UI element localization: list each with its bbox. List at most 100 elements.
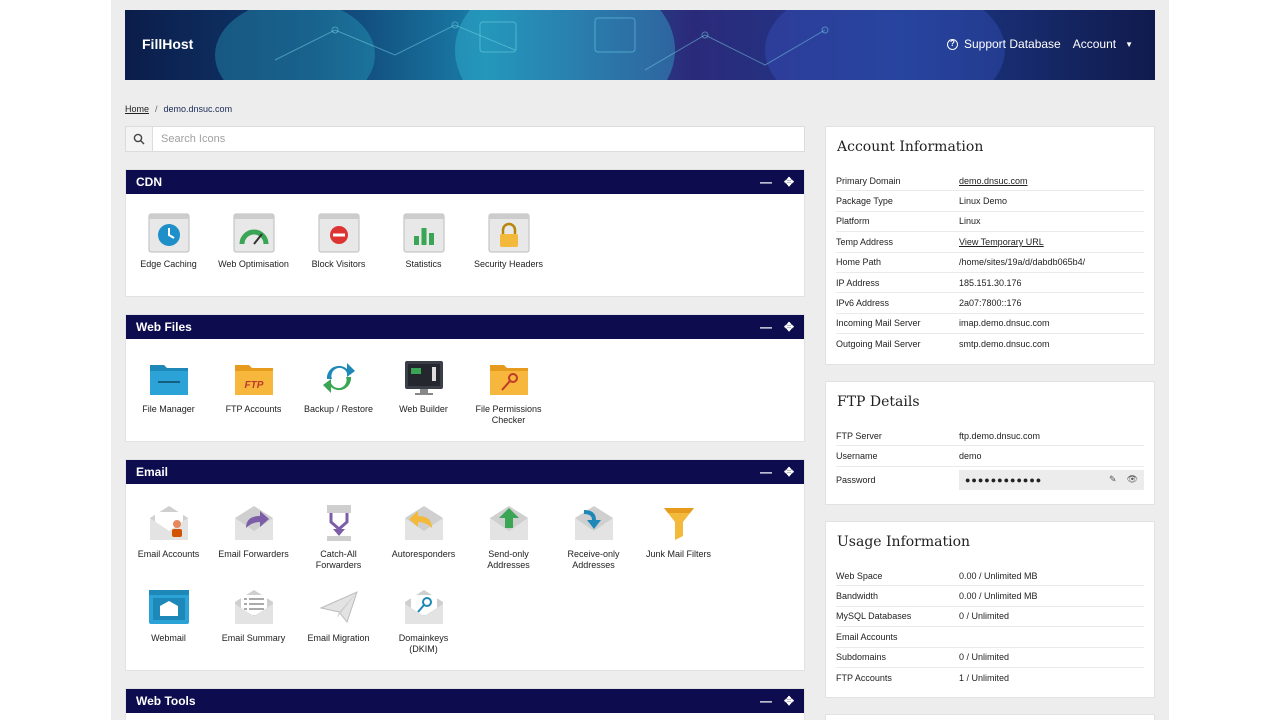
info-key: Password <box>836 474 876 485</box>
panel-email: Email — ✥ Email Accounts Email Forwarders… <box>125 459 805 671</box>
move-icon[interactable]: ✥ <box>784 465 794 479</box>
account-menu[interactable]: Account ▼ <box>1073 37 1133 51</box>
icon-label: Email Accounts <box>137 549 200 559</box>
icon-catch-all-forwarders[interactable]: Catch-All Forwarders <box>296 502 381 586</box>
info-key: Bandwidth <box>836 591 879 602</box>
info-value: ftp.demo.dnsuc.com <box>959 430 1041 441</box>
password-mask: ●●●●●●●●●●●● <box>965 474 1043 485</box>
funnel-icon <box>663 508 694 540</box>
info-value: 2a07:7800::176 <box>959 298 1022 309</box>
question-icon: ? <box>946 38 958 50</box>
info-value: demo <box>959 451 982 462</box>
icon-backup-restore[interactable]: Backup / Restore <box>296 357 381 441</box>
info-value: smtp.demo.dnsuc.com <box>959 339 1050 350</box>
panel-header: Web Tools — ✥ <box>126 689 804 713</box>
brand-logo[interactable]: FillHost <box>142 36 193 52</box>
info-row: Outgoing Mail Server smtp.demo.dnsuc.com <box>836 334 1144 354</box>
icon-ftp-accounts[interactable]: FTP FTP Accounts <box>211 357 296 441</box>
collapse-icon[interactable]: — <box>760 320 772 334</box>
search-bar <box>125 126 805 152</box>
folder-icon <box>149 365 188 395</box>
info-row: Home Path/home/sites/19a/d/dabdb065b4/ <box>836 253 1144 273</box>
search-button[interactable] <box>126 127 153 151</box>
info-row: Platform Linux <box>836 212 1144 233</box>
icon-email-forwarders[interactable]: Email Forwarders <box>211 502 296 586</box>
search-input[interactable] <box>153 127 804 151</box>
info-value: 0.00 / Unlimited MB <box>959 591 1038 602</box>
info-key: Outgoing Mail Server <box>836 339 921 350</box>
collapse-icon[interactable]: — <box>760 175 772 189</box>
breadcrumb: Home / demo.dnsuc.com <box>125 104 232 114</box>
info-value: Linux Demo <box>959 196 1008 207</box>
info-key: Subdomains <box>836 652 887 663</box>
icon-web-optimisation[interactable]: Web Optimisation <box>211 212 296 296</box>
info-key: Username <box>836 451 878 462</box>
breadcrumb-separator: / <box>155 104 158 114</box>
info-row: Package Type Linux Demo <box>836 191 1144 212</box>
icon-label: FTP Accounts <box>225 404 282 414</box>
info-key: IP Address <box>836 277 880 288</box>
icon-label: Webmail <box>151 633 186 643</box>
move-icon[interactable]: ✥ <box>784 320 794 334</box>
monitor-icon <box>404 361 443 395</box>
envelope-forward-icon <box>234 506 273 540</box>
icon-send-only-addresses[interactable]: Send-only Addresses <box>466 502 551 586</box>
card-title: FTP Details <box>837 394 920 410</box>
password-field[interactable]: ●●●●●●●●●●●● ✎ 👁 <box>959 469 1144 490</box>
icon-webmail[interactable]: Webmail <box>126 586 211 670</box>
account-label: Account <box>1072 37 1117 51</box>
info-key: Package Type <box>836 196 893 207</box>
icon-junk-mail-filters[interactable]: Junk Mail Filters <box>636 502 721 586</box>
panel-web-tools: Web Tools — ✥ <box>125 688 805 720</box>
panel-title: CDN <box>136 175 162 189</box>
info-value: 0 / Unlimited <box>959 652 1010 663</box>
icon-email-accounts[interactable]: Email Accounts <box>126 502 211 586</box>
move-icon[interactable]: ✥ <box>784 175 794 189</box>
search-icon <box>133 133 145 145</box>
caret-down-icon: ▼ <box>1125 39 1133 49</box>
info-row: FTP Server ftp.demo.dnsuc.com <box>836 426 1144 447</box>
icon-edge-caching[interactable]: Edge Caching <box>126 212 211 296</box>
breadcrumb-home[interactable]: Home <box>125 104 149 114</box>
icon-file-manager[interactable]: File Manager <box>126 357 211 441</box>
edit-pencil-icon[interactable]: ✎ <box>1109 474 1117 485</box>
icon-label: Web Optimisation <box>218 259 289 269</box>
icon-label: Security Headers <box>473 259 544 269</box>
clock-icon <box>148 213 189 253</box>
info-row: Incoming Mail Server imap.demo.dnsuc.com <box>836 314 1144 335</box>
info-key: Email Accounts <box>836 631 898 642</box>
icon-web-builder[interactable]: Web Builder <box>381 357 466 441</box>
support-database-label: Support Database <box>963 37 1061 51</box>
speed-gauge-icon <box>233 213 274 253</box>
icon-file-permissions-checker[interactable]: File Permissions Checker <box>466 357 551 441</box>
icon-label: Email Forwarders <box>218 549 289 559</box>
icon-email-migration[interactable]: Email Migration <box>296 586 381 670</box>
envelope-reply-icon <box>404 506 443 540</box>
collapse-icon[interactable]: — <box>760 694 772 708</box>
icon-label: File Manager <box>142 404 195 414</box>
icon-label: Receive-only Addresses <box>567 549 620 570</box>
svg-text:FTP: FTP <box>244 380 263 391</box>
usage-information-card: Usage Information Web Space 0.00 / Unlimi… <box>825 521 1155 698</box>
icon-security-headers[interactable]: Security Headers <box>466 212 551 296</box>
temp-url-link[interactable]: View Temporary URL <box>959 237 1044 247</box>
move-icon[interactable]: ✥ <box>784 694 794 708</box>
icon-block-visitors[interactable]: Block Visitors <box>296 212 381 296</box>
info-key: Temp Address <box>836 236 894 247</box>
info-key: Incoming Mail Server <box>836 318 921 329</box>
support-database-link[interactable]: ? Support Database <box>946 37 1061 51</box>
card-title: Account Information <box>837 139 984 155</box>
icon-receive-only-addresses[interactable]: Receive-only Addresses <box>551 502 636 586</box>
icon-label: Backup / Restore <box>303 404 374 414</box>
icon-domainkeys[interactable]: Domainkeys (DKIM) <box>381 586 466 670</box>
icon-autoresponders[interactable]: Autoresponders <box>381 502 466 586</box>
icon-email-summary[interactable]: Email Summary <box>211 586 296 670</box>
info-key: Home Path <box>836 257 882 268</box>
collapse-icon[interactable]: — <box>760 465 772 479</box>
primary-domain-link[interactable]: demo.dnsuc.com <box>959 176 1028 186</box>
panel-title: Web Files <box>136 320 192 334</box>
show-password-eye-icon[interactable]: 👁 <box>1127 474 1138 485</box>
icon-label: Email Summary <box>221 633 286 643</box>
icon-statistics[interactable]: Statistics <box>381 212 466 296</box>
envelope-user-icon <box>149 506 188 540</box>
